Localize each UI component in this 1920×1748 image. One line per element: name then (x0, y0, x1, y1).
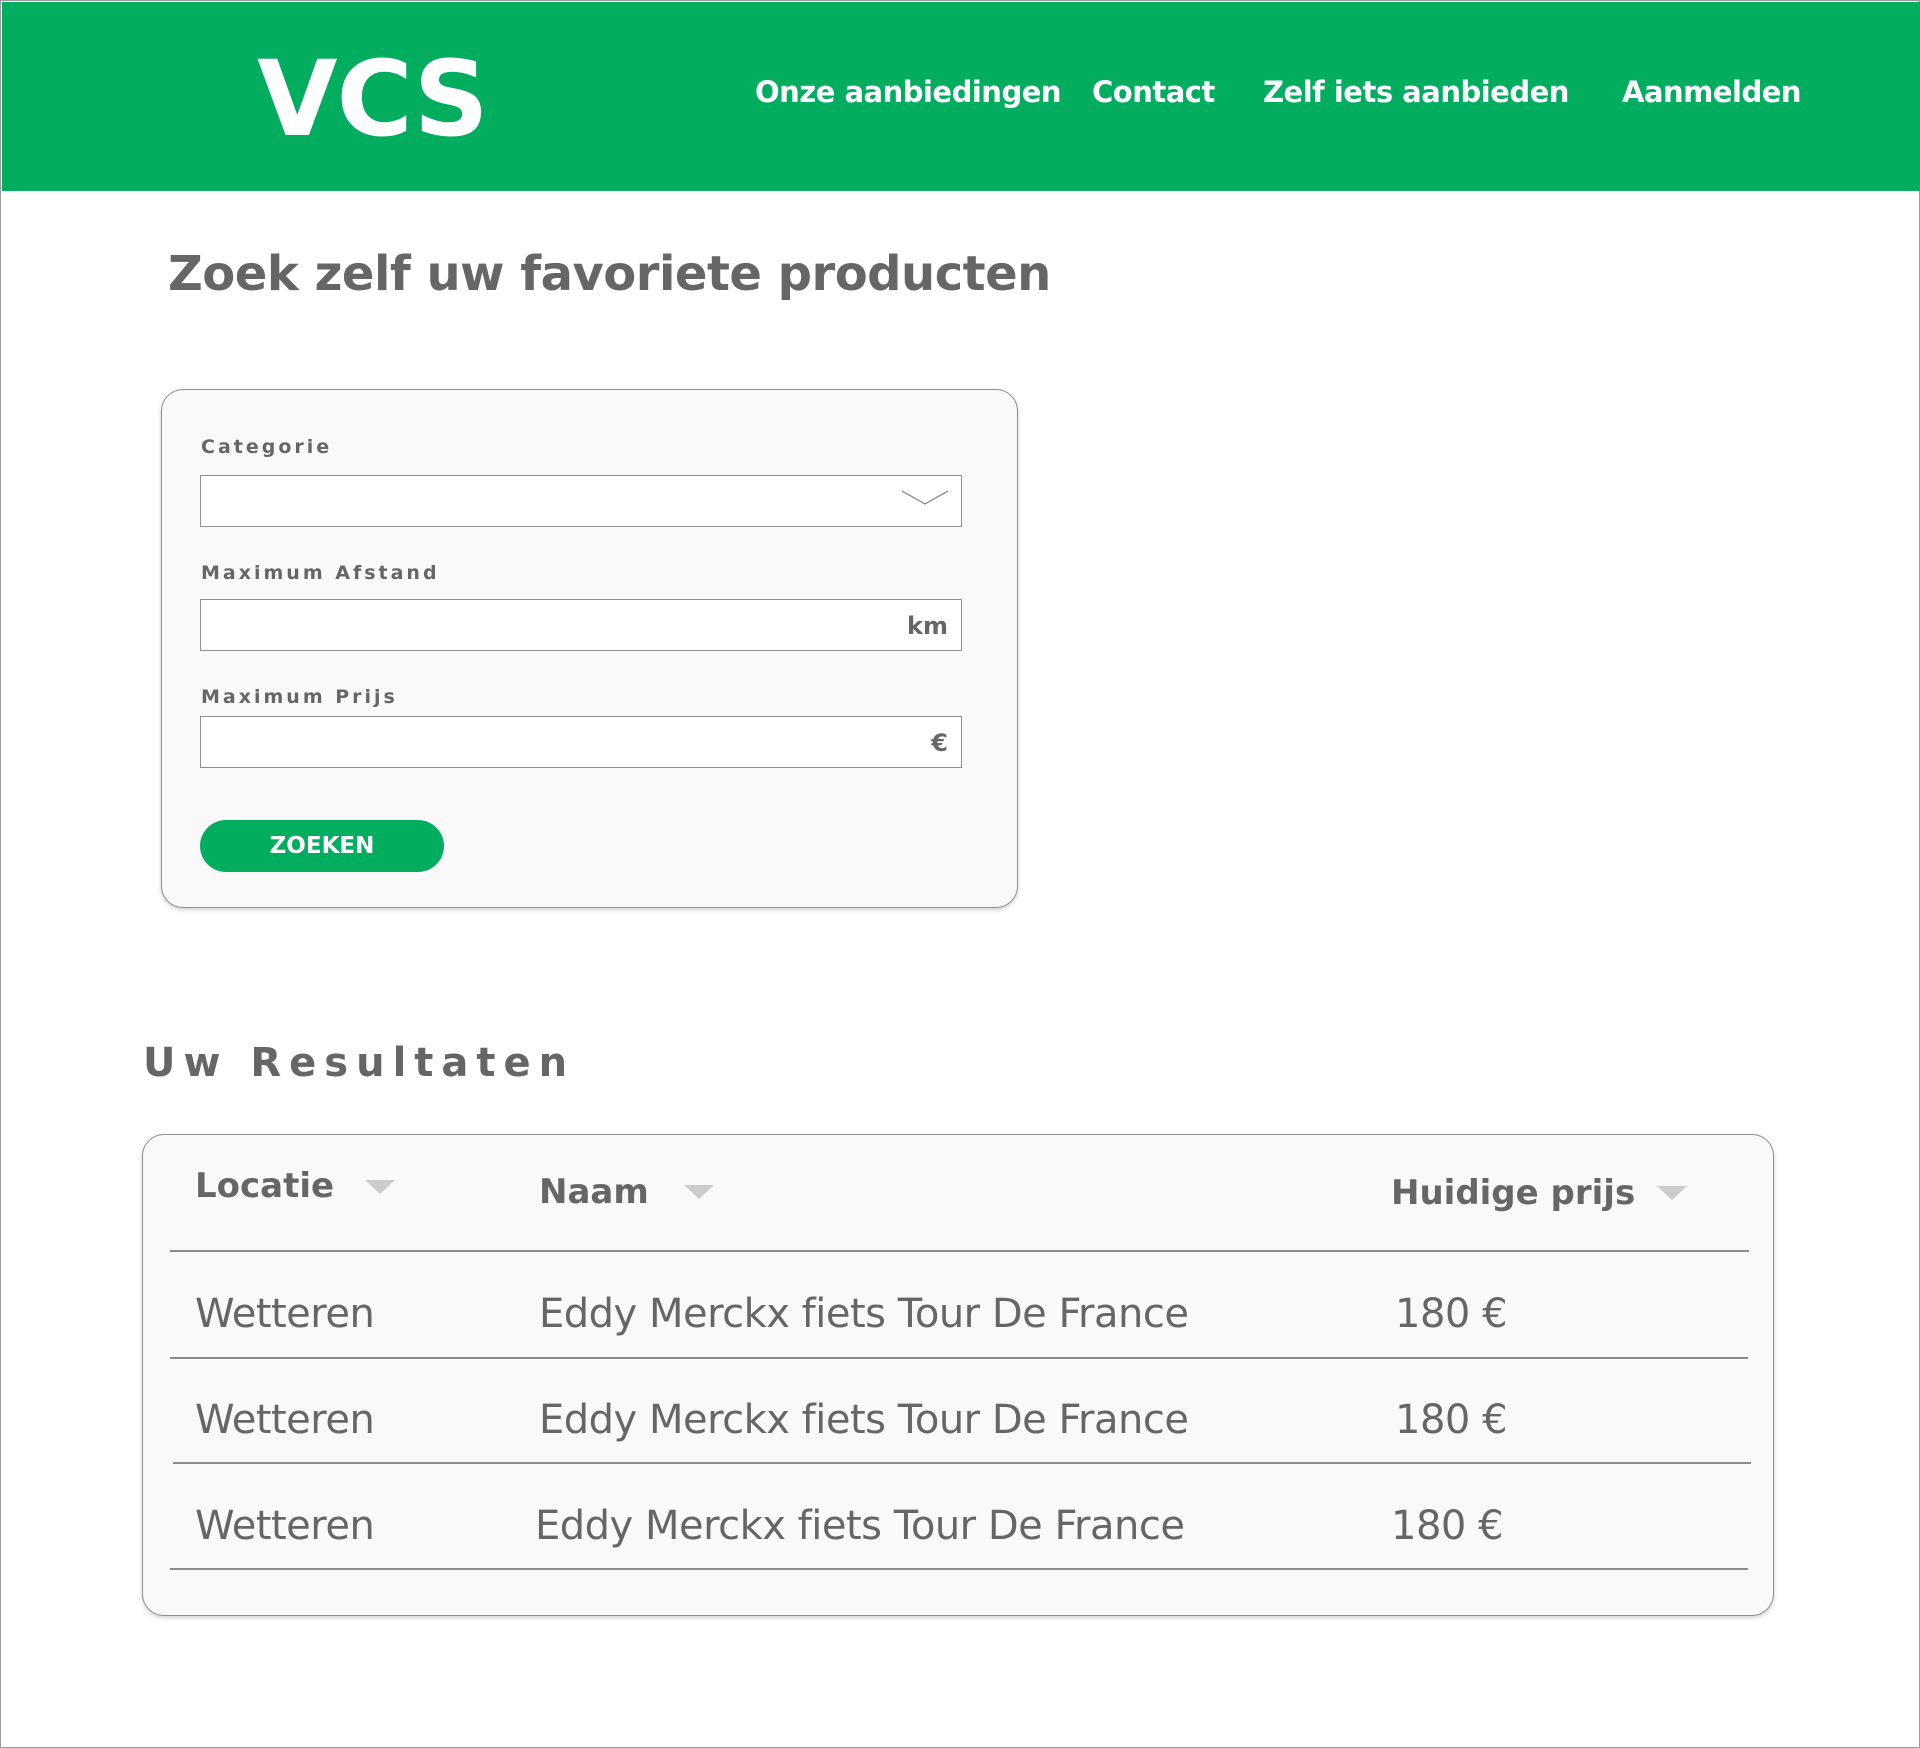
cell-location: Wetteren (195, 1291, 375, 1337)
cell-location: Wetteren (195, 1503, 375, 1549)
results-table: Locatie Naam Huidige prijs Wetteren Eddy… (142, 1134, 1774, 1616)
sort-down-icon[interactable] (1657, 1186, 1687, 1200)
cell-price: 180 € (1395, 1397, 1508, 1443)
results-title: Uw Resultaten (143, 1040, 576, 1086)
category-value (201, 476, 961, 526)
nav-link-offers[interactable]: Onze aanbiedingen (755, 74, 1062, 110)
nav-link-sign-in[interactable]: Aanmelden (1622, 74, 1802, 110)
row-divider (170, 1568, 1748, 1570)
nav-link-contact[interactable]: Contact (1092, 74, 1215, 110)
cell-name[interactable]: Eddy Merckx fiets Tour De France (539, 1396, 1189, 1444)
max-price-input[interactable] (201, 717, 961, 767)
category-select[interactable] (200, 475, 962, 527)
distance-unit: km (907, 612, 948, 640)
cell-name[interactable]: Eddy Merckx fiets Tour De France (535, 1502, 1185, 1550)
search-button[interactable]: ZOEKEN (200, 820, 444, 872)
chevron-down-icon (901, 490, 949, 505)
search-form-card: Categorie Maximum Afstand km Maximum Pri… (161, 389, 1018, 908)
sort-down-icon[interactable] (684, 1185, 714, 1199)
page-title: Zoek zelf uw favoriete producten (168, 246, 1051, 302)
nav-link-offer-something[interactable]: Zelf iets aanbieden (1263, 74, 1569, 110)
price-unit: € (931, 729, 948, 757)
max-price-field: € (200, 716, 962, 768)
max-distance-label: Maximum Afstand (201, 562, 440, 584)
cell-name[interactable]: Eddy Merckx fiets Tour De France (539, 1290, 1189, 1338)
column-header-name[interactable]: Naam (539, 1171, 649, 1213)
column-header-location[interactable]: Locatie (195, 1165, 334, 1207)
sort-down-icon[interactable] (365, 1180, 395, 1194)
column-header-price[interactable]: Huidige prijs (1391, 1172, 1635, 1214)
cell-price: 180 € (1395, 1291, 1508, 1337)
header-divider (170, 1250, 1749, 1252)
max-distance-input[interactable] (201, 600, 961, 650)
max-price-label: Maximum Prijs (201, 686, 398, 708)
page: VCS Onze aanbiedingen Contact Zelf iets … (0, 0, 1920, 1748)
row-divider (170, 1357, 1748, 1359)
max-distance-field: km (200, 599, 962, 651)
cell-price: 180 € (1391, 1503, 1504, 1549)
row-divider (173, 1462, 1751, 1464)
top-header: VCS Onze aanbiedingen Contact Zelf iets … (2, 2, 1920, 191)
category-label: Categorie (201, 436, 333, 458)
logo[interactable]: VCS (257, 44, 489, 154)
cell-location: Wetteren (195, 1397, 375, 1443)
